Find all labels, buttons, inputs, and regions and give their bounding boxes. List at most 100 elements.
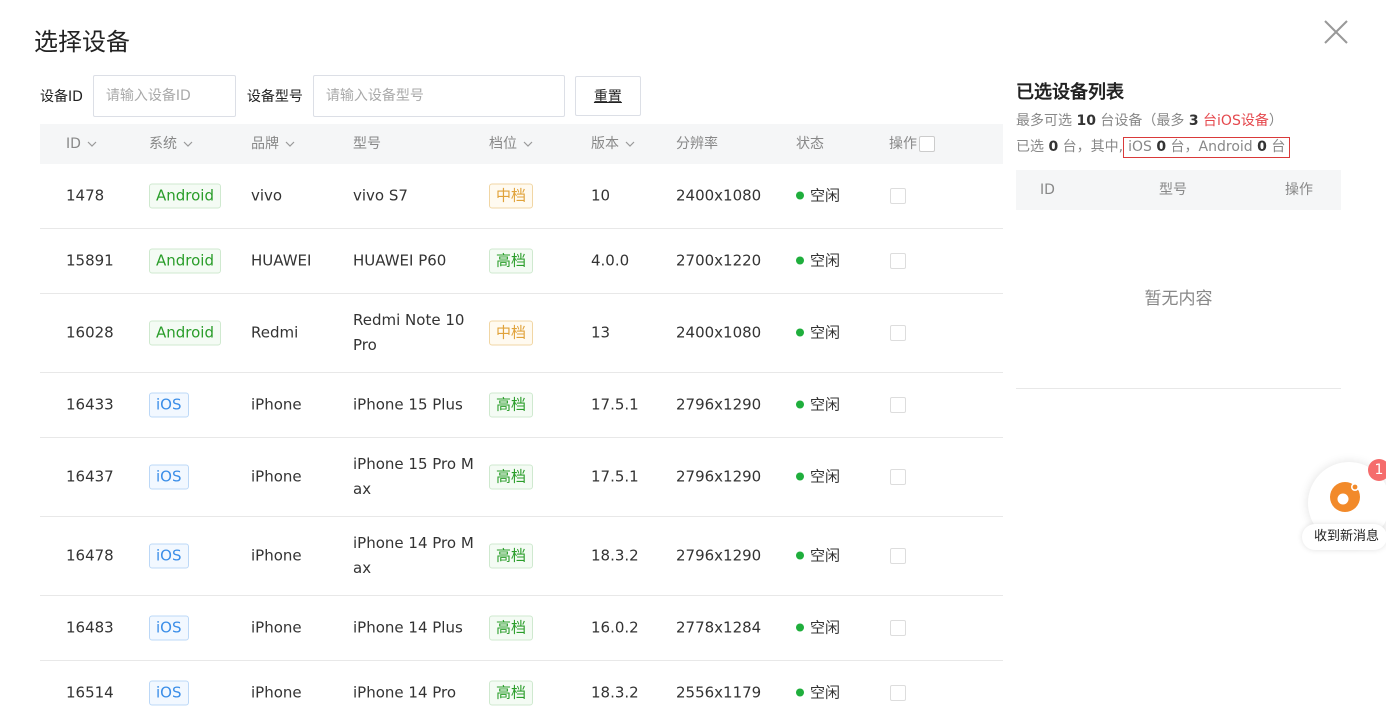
tier-tag: 高档: [489, 248, 534, 274]
os-count-highlight: iOS 0 台，Android 0 台: [1123, 137, 1291, 158]
cell-status: 空闲: [796, 681, 840, 706]
cell-status: 空闲: [796, 465, 840, 490]
cell-brand: iPhone: [251, 683, 302, 702]
col-os[interactable]: 系统: [149, 124, 193, 164]
col-tier[interactable]: 档位: [489, 124, 533, 164]
cell-brand: vivo: [251, 186, 283, 205]
selection-count-text: 已选 0 台，其中, iOS 0 台，Android 0 台: [1016, 136, 1341, 158]
table-body: 1478 Android vivo vivo S7 中档 10 2400x1080 空闲 158…: [40, 164, 1003, 718]
chevron-down-icon: [523, 141, 533, 147]
cell-resolution: 2700x1220: [676, 251, 762, 270]
os-tag: Android: [149, 183, 221, 209]
cell-version: 18.3.2: [591, 683, 639, 702]
device-model-input[interactable]: [312, 75, 565, 117]
device-id-input[interactable]: [92, 75, 236, 117]
table-row[interactable]: 15891 Android HUAWEI HUAWEI P60 高档 4.0.0 2700x…: [40, 229, 1003, 294]
device-model-label: 设备型号: [246, 89, 303, 105]
cell-version: 13: [591, 323, 611, 342]
cell-resolution: 2556x1179: [676, 683, 762, 702]
status-text: 空闲: [810, 251, 841, 270]
status-text: 空闲: [810, 546, 841, 565]
status-dot-icon: [796, 256, 804, 264]
new-message-widget[interactable]: 1 收到新消息: [1302, 459, 1386, 550]
cell-resolution: 2400x1080: [676, 186, 762, 205]
status-dot-icon: [796, 472, 804, 480]
cell-tier: 中档: [489, 183, 534, 209]
cell-id: 16478: [66, 546, 114, 565]
cell-status: 空闲: [796, 616, 840, 641]
table-row[interactable]: 16437 iOS iPhone iPhone 15 Pro Max 高档 17.5.1 2…: [40, 438, 1003, 517]
chevron-down-icon: [87, 141, 97, 147]
row-checkbox[interactable]: [890, 469, 906, 485]
cell-brand: iPhone: [251, 395, 302, 414]
row-checkbox[interactable]: [890, 188, 906, 204]
col-id[interactable]: ID: [66, 124, 97, 164]
table-header: ID 系统 品牌 型号 档位 版本 分辨率 状态 操作: [40, 124, 1003, 164]
cell-model: Redmi Note 10 Pro: [353, 311, 465, 354]
cell-tier: 高档: [489, 543, 534, 569]
os-tag: Android: [149, 320, 221, 346]
tier-tag: 中档: [489, 320, 534, 346]
cell-model: HUAWEI P60: [353, 251, 447, 270]
cell-brand: iPhone: [251, 618, 302, 637]
os-tag: Android: [149, 248, 221, 274]
close-icon[interactable]: [1322, 18, 1350, 46]
empty-state: 暂无内容: [1016, 210, 1341, 389]
tier-tag: 高档: [489, 464, 534, 490]
cell-brand: iPhone: [251, 467, 302, 486]
cell-os: Android: [149, 248, 221, 274]
table-row[interactable]: 16514 iOS iPhone iPhone 14 Pro 高档 18.3.2 2556x…: [40, 661, 1003, 718]
col-brand[interactable]: 品牌: [251, 124, 295, 164]
cell-id: 16028: [66, 323, 114, 342]
table-row[interactable]: 1478 Android vivo vivo S7 中档 10 2400x1080 空闲: [40, 164, 1003, 229]
table-row[interactable]: 16478 iOS iPhone iPhone 14 Pro Max 高档 18.3.2 2…: [40, 517, 1003, 596]
status-dot-icon: [796, 688, 804, 696]
cell-tier: 高档: [489, 392, 534, 418]
cell-os: iOS: [149, 543, 189, 569]
cell-tier: 高档: [489, 464, 534, 490]
select-all-checkbox[interactable]: [919, 136, 935, 152]
status-text: 空闲: [810, 683, 841, 702]
selected-panel: 已选设备列表 最多可选 10 台设备（最多 3 台iOS设备） 已选 0 台，其…: [1016, 78, 1341, 389]
cell-status: 空闲: [796, 184, 840, 209]
status-text: 空闲: [810, 323, 841, 342]
os-tag: iOS: [149, 615, 189, 641]
new-message-label: 收到新消息: [1302, 524, 1386, 550]
status-dot-icon: [796, 328, 804, 336]
col-version[interactable]: 版本: [591, 124, 635, 164]
row-checkbox[interactable]: [890, 325, 906, 341]
row-checkbox[interactable]: [890, 685, 906, 701]
cell-id: 16433: [66, 395, 114, 414]
notification-badge: 1: [1368, 459, 1386, 481]
row-checkbox[interactable]: [890, 620, 906, 636]
cell-brand: HUAWEI: [251, 251, 312, 270]
row-checkbox[interactable]: [890, 397, 906, 413]
tier-tag: 高档: [489, 392, 534, 418]
tier-tag: 高档: [489, 680, 534, 706]
cell-model: iPhone 15 Pro Max: [353, 455, 474, 498]
row-checkbox[interactable]: [890, 548, 906, 564]
cell-status: 空闲: [796, 393, 840, 418]
status-text: 空闲: [810, 186, 841, 205]
page-title: 选择设备: [34, 28, 130, 56]
cell-model: iPhone 14 Plus: [353, 618, 463, 637]
selected-table-header: ID 型号 操作: [1016, 170, 1341, 210]
table-row[interactable]: 16433 iOS iPhone iPhone 15 Plus 高档 17.5.1 2796…: [40, 373, 1003, 438]
reset-button[interactable]: 重置: [574, 76, 641, 116]
tier-tag: 高档: [489, 615, 534, 641]
table-row[interactable]: 16483 iOS iPhone iPhone 14 Plus 高档 16.0.2 2778…: [40, 596, 1003, 661]
cell-os: iOS: [149, 615, 189, 641]
cell-os: iOS: [149, 392, 189, 418]
device-id-label: 设备ID: [40, 89, 83, 105]
cell-os: Android: [149, 183, 221, 209]
selected-col-id: ID: [1040, 182, 1055, 198]
cell-resolution: 2400x1080: [676, 323, 762, 342]
os-tag: iOS: [149, 680, 189, 706]
status-text: 空闲: [810, 618, 841, 637]
cell-status: 空闲: [796, 249, 840, 274]
filter-bar: 设备ID 设备型号 重置: [40, 75, 641, 117]
col-resolution: 分辨率: [676, 136, 718, 152]
table-row[interactable]: 16028 Android Redmi Redmi Note 10 Pro 中档 13 24…: [40, 294, 1003, 373]
row-checkbox[interactable]: [890, 253, 906, 269]
selected-col-action: 操作: [1285, 182, 1313, 198]
